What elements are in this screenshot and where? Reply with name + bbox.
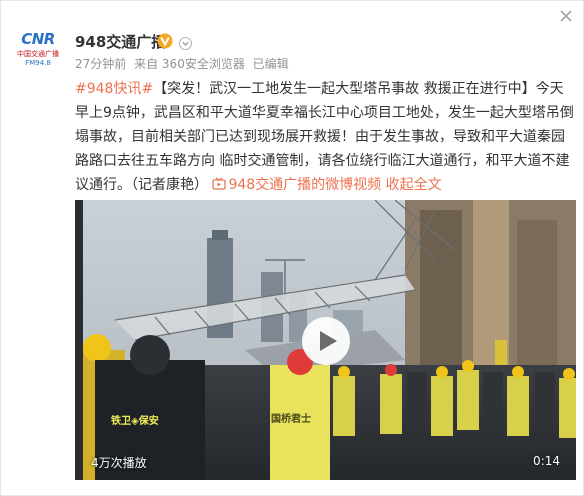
video-duration: 0:14 — [533, 454, 560, 468]
chevron-down-icon[interactable] — [179, 35, 192, 50]
vest-label-2: 国桥君士 — [271, 414, 311, 425]
hashtag-link[interactable]: #948快讯# — [75, 81, 153, 97]
video-player[interactable]: 铁卫◈保安 国桥君士 4万次播放 0:14 — [75, 200, 576, 480]
avatar-logo-text: CNR — [21, 30, 55, 48]
post-time[interactable]: 27分钟前 — [75, 57, 126, 71]
post-body: #948快讯#【突发！武汉一工地发生一起大型塔吊事故 救援正在进行中】今天早上9… — [75, 77, 575, 197]
avatar[interactable]: CNR 中国交通广播 FM94.8 — [13, 23, 63, 73]
play-button[interactable] — [302, 317, 350, 365]
video-link-label: 948交通广播的微博视频 — [228, 177, 382, 193]
collapse-link[interactable]: 收起全文 — [386, 177, 442, 193]
close-icon[interactable] — [559, 9, 573, 23]
post-source[interactable]: 来自 360安全浏览器 — [134, 57, 245, 71]
vest-label-1: 铁卫◈保安 — [111, 416, 159, 427]
username-link[interactable]: 948交通广播 — [75, 31, 166, 52]
avatar-line2: FM94.8 — [25, 59, 51, 67]
video-link[interactable]: 948交通广播的微博视频 — [212, 177, 381, 193]
edited-label[interactable]: 已编辑 — [253, 57, 289, 71]
verified-badge-icon — [157, 33, 173, 49]
video-icon — [212, 175, 227, 190]
post-meta: 27分钟前 来自 360安全浏览器 已编辑 — [75, 55, 293, 72]
play-count: 4万次播放 — [91, 456, 147, 470]
weibo-post-card: CNR 中国交通广播 FM94.8 948交通广播 27分钟前 来自 360安全… — [0, 0, 584, 496]
avatar-line1: 中国交通广播 — [17, 50, 59, 58]
